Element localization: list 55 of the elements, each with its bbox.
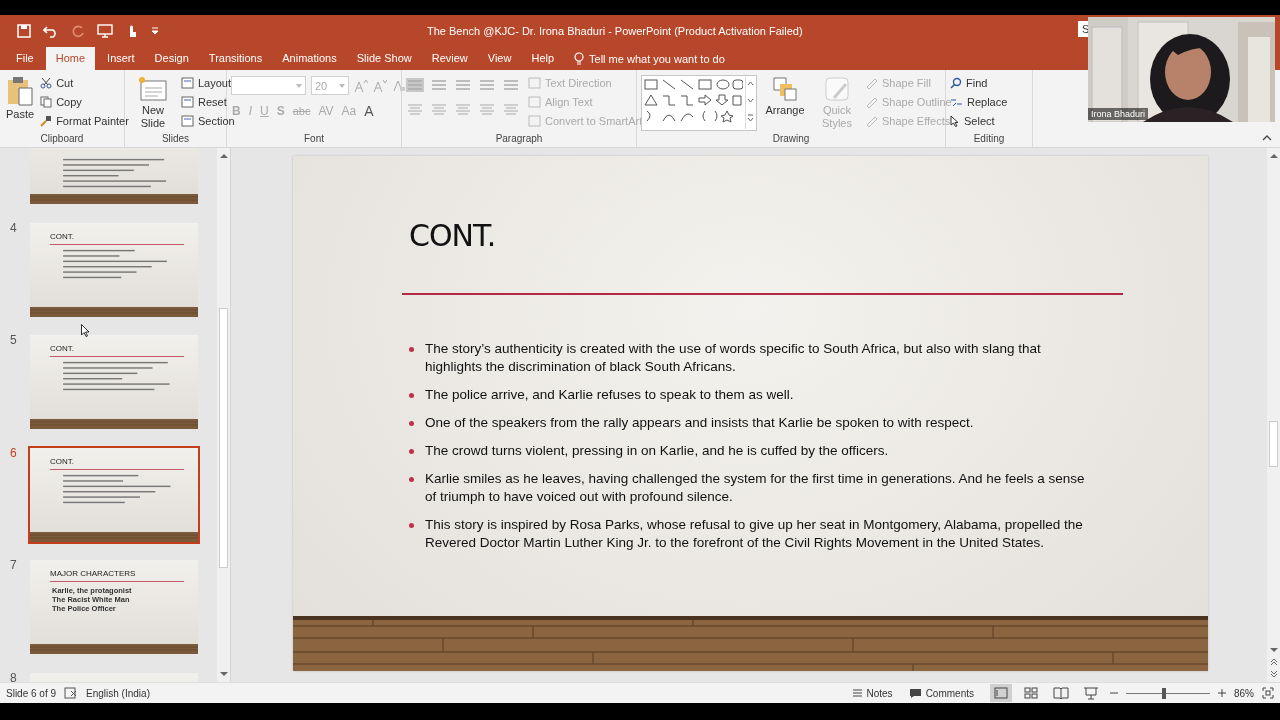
bullet-text: This story is inspired by Rosa Parks, whose refusal to give up her seat in Montgomery, Alabama, propelled the Revered Doctor Martin Luther King Jr. to the forefront of the Civil Rights Movement in the United States. [425, 516, 1084, 552]
paste-button[interactable]: Paste [4, 73, 37, 133]
slide-number: 8 [10, 670, 17, 682]
bullet-text: The police arrive, and Karlie refuses to speak to them as well. [425, 386, 794, 404]
slide-number: 5 [10, 333, 17, 347]
participant-name: Irona Bhaduri [1088, 108, 1149, 120]
group-label: Clipboard [39, 133, 85, 146]
tell-me-search[interactable]: Tell me what you want to do [574, 47, 725, 70]
font-format-button[interactable]: A [363, 103, 375, 119]
slide-title: CONT. [409, 218, 496, 254]
slide-thumbnail[interactable]: CONT. [28, 333, 200, 431]
bullet-text: The story’s authenticity is created with the use of words specific to South Africa, but also with slang that highlights the discrimination of black South Africans. [425, 340, 1042, 376]
ribbon-tab[interactable]: File [6, 47, 44, 70]
bullet-text: Karlie smiles as he leaves, having challenged the system for the first time in generations. And he feels a sense of triumph to have voiced out with profound silence. [425, 470, 1086, 506]
group-label: Paragraph [494, 133, 544, 146]
sign-in-button[interactable]: S [1078, 21, 1088, 37]
slide-number: 4 [10, 220, 17, 235]
slide-number: 6 [10, 445, 17, 460]
thumbnail-title: CONT. [50, 231, 74, 241]
bullet-text: One of the speakers from the rally appears and insists that Karlie be spoken to with respect. [425, 414, 974, 432]
ribbon-tab[interactable]: Slide Show [346, 47, 422, 70]
ribbon-tab[interactable]: Help [521, 47, 565, 70]
ribbon-tab[interactable]: Design [144, 47, 199, 70]
ribbon-tab[interactable]: Transitions [198, 47, 273, 70]
slide-thumbnail[interactable]: CONT. [28, 220, 200, 319]
slide-thumbnail[interactable]: CONT. [28, 445, 200, 544]
group-label: Font [303, 133, 325, 146]
layout-button[interactable]: Layout [181, 74, 235, 91]
group-label: Editing [972, 133, 1006, 146]
copy-button[interactable]: Copy [40, 93, 129, 110]
ribbon-tab[interactable]: Review [421, 47, 478, 70]
replace-button[interactable]: Replace [950, 93, 1008, 110]
ribbon-tab[interactable]: Animations [272, 47, 347, 70]
group-label: Drawing [771, 133, 811, 146]
language-indicator[interactable]: English (India) [86, 687, 150, 699]
notes-button[interactable]: Notes [851, 687, 893, 699]
format-painter-button[interactable]: Format Painter [40, 112, 129, 129]
comments-button[interactable]: Comments [908, 687, 974, 699]
slide-counter: Slide 6 of 9 [6, 687, 57, 699]
find-button[interactable]: Find [950, 74, 1008, 91]
select-button[interactable]: Select [950, 112, 1008, 129]
thumbnail-title: CONT. [50, 344, 74, 353]
arrange-button[interactable]: Arrange [761, 73, 809, 133]
group-label: Slides [160, 133, 191, 146]
window-title: The Bench @KJC- Dr. Irona Bhaduri - PowerPoint (Product Activation Failed) [427, 25, 803, 37]
thumbnail-title: MAJOR CHARACTERS [50, 569, 136, 578]
new-slide-button[interactable]: New Slide [129, 73, 177, 133]
cut-button[interactable]: Cut [40, 74, 129, 91]
zoom-level[interactable]: 86% [1234, 687, 1254, 699]
ribbon-tab[interactable]: Home [45, 47, 96, 70]
ribbon-tab[interactable]: Insert [97, 47, 145, 70]
ribbon-tab[interactable]: View [477, 47, 522, 70]
slide-number: 7 [10, 558, 17, 572]
bullet-text: The crowd turns violent, pressing in on Karlie, and he is cuffed by the officers. [425, 442, 889, 460]
thumbnail-title: CONT. [50, 456, 74, 466]
